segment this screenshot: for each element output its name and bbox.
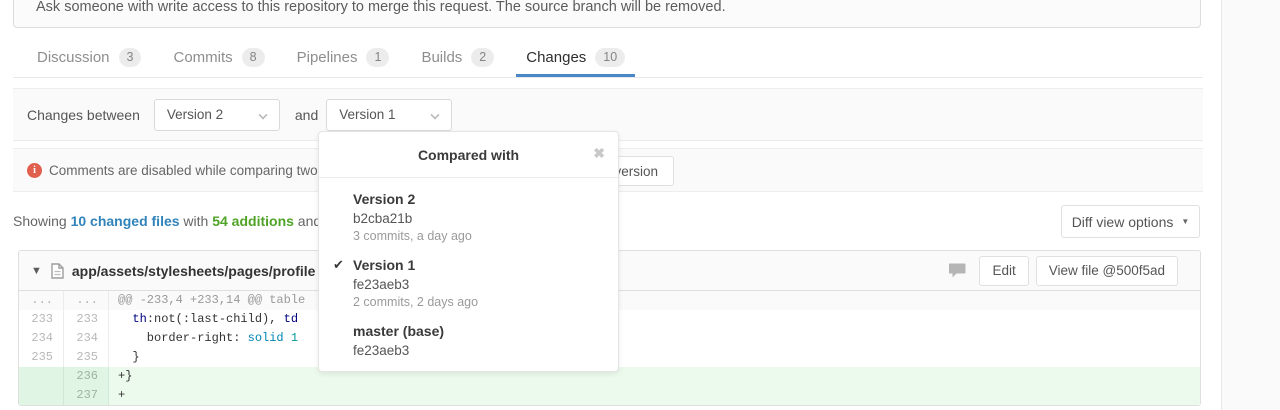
dropdown-item-sha: b2cba21b bbox=[353, 209, 606, 228]
old-line-number[interactable] bbox=[19, 386, 64, 405]
caret-down-icon: ▼ bbox=[1181, 217, 1189, 226]
merge-widget-alert-text: Ask someone with write access to this re… bbox=[36, 0, 726, 15]
tab-discussion[interactable]: Discussion 3 bbox=[27, 40, 151, 77]
code-segment: th bbox=[132, 312, 146, 326]
diff-line-code: } bbox=[109, 348, 1200, 367]
dropdown-item-meta: 3 commits, a day ago bbox=[353, 228, 606, 245]
code-segment: border-right: bbox=[118, 331, 248, 345]
tab-builds[interactable]: Builds 2 bbox=[411, 40, 504, 77]
diff-line-row: 237 + bbox=[19, 386, 1200, 405]
tab-count-badge: 3 bbox=[119, 48, 142, 67]
tab-count-badge: 2 bbox=[471, 48, 494, 67]
file-header-actions: Edit View file @500f5ad bbox=[949, 256, 1178, 286]
new-line-number[interactable]: 233 bbox=[64, 310, 109, 329]
check-icon: ✔ bbox=[333, 257, 344, 273]
diff-line-code: border-right: solid 1 bbox=[109, 329, 1200, 348]
chevron-down-icon bbox=[431, 110, 440, 119]
dropdown-item[interactable]: ✔ Version 1fe23aeb32 commits, 2 days ago bbox=[319, 256, 618, 322]
tab-count-badge: 8 bbox=[242, 48, 265, 67]
changed-files-link[interactable]: 10 changed files bbox=[71, 213, 180, 229]
file-document-icon bbox=[51, 263, 64, 279]
diff-view-options-label: Diff view options bbox=[1072, 214, 1174, 230]
edit-file-button[interactable]: Edit bbox=[979, 256, 1028, 286]
summary-showing: Showing bbox=[13, 213, 71, 229]
comment-bubble-icon[interactable] bbox=[949, 263, 966, 278]
diff-line-code: +} bbox=[109, 367, 1200, 386]
dropdown-item-title: Version 2 bbox=[353, 190, 606, 209]
diff-line-code: @@ -233,4 +233,14 @@ table bbox=[109, 291, 1200, 310]
dropdown-item[interactable]: master (base)fe23aeb3 bbox=[319, 322, 618, 371]
file-path: app/assets/stylesheets/pages/profile bbox=[72, 263, 316, 279]
collapse-file-caret-icon[interactable]: ▼ bbox=[31, 265, 42, 277]
compared-with-dropdown: Compared with ✖ Version 2b2cba21b3 commi… bbox=[318, 131, 619, 372]
tab-count-badge: 10 bbox=[595, 48, 625, 67]
view-file-button[interactable]: View file @500f5ad bbox=[1036, 256, 1178, 286]
merge-request-page: Ask someone with write access to this re… bbox=[0, 0, 1280, 410]
dropdown-item-title: Version 1 bbox=[353, 256, 606, 275]
code-segment: +} bbox=[118, 369, 132, 383]
diff-summary-text: Showing 10 changed files with 54 additio… bbox=[13, 213, 321, 229]
compare-and-label: and bbox=[295, 107, 318, 123]
code-segment: :not(:last-child), bbox=[147, 312, 284, 326]
new-line-number[interactable]: 234 bbox=[64, 329, 109, 348]
new-line-number[interactable]: 236 bbox=[64, 367, 109, 386]
old-line-number[interactable]: 234 bbox=[19, 329, 64, 348]
tab-commits[interactable]: Commits 8 bbox=[163, 40, 274, 77]
compare-label: Changes between bbox=[27, 107, 140, 123]
mr-tabs: Discussion 3 Commits 8 Pipelines 1 Builds 2 Chan… bbox=[13, 40, 1203, 78]
dropdown-title: Compared with bbox=[418, 147, 519, 163]
dropdown-item[interactable]: Version 2b2cba21b3 commits, a day ago bbox=[319, 190, 618, 256]
chevron-down-icon bbox=[258, 110, 267, 119]
diff-line-code: + bbox=[109, 386, 1200, 405]
info-circle-icon: i bbox=[27, 163, 42, 178]
tab-label: Changes bbox=[526, 49, 586, 66]
version-select-left[interactable]: Version 2 bbox=[154, 99, 280, 131]
code-segment: solid bbox=[248, 331, 284, 345]
new-line-number[interactable]: 237 bbox=[64, 386, 109, 405]
code-segment bbox=[284, 331, 291, 345]
old-line-number[interactable]: 233 bbox=[19, 310, 64, 329]
collapsed-right-sidebar bbox=[1221, 0, 1280, 410]
tab-count-badge: 1 bbox=[366, 48, 389, 67]
code-segment bbox=[118, 312, 132, 326]
tab-label: Builds bbox=[421, 49, 462, 66]
dropdown-header: Compared with ✖ bbox=[319, 132, 618, 178]
dropdown-item-list: Version 2b2cba21b3 commits, a day ago✔Ve… bbox=[319, 178, 618, 371]
dropdown-item-sha: fe23aeb3 bbox=[353, 341, 606, 360]
version-select-right[interactable]: Version 1 bbox=[326, 99, 452, 131]
old-line-number[interactable]: 235 bbox=[19, 348, 64, 367]
tab-label: Pipelines bbox=[297, 49, 358, 66]
summary-with: with bbox=[180, 213, 213, 229]
additions-count: 54 additions bbox=[212, 213, 294, 229]
dropdown-item-sha: fe23aeb3 bbox=[353, 275, 606, 294]
new-line-number[interactable]: ... bbox=[64, 291, 109, 310]
tab-label: Commits bbox=[173, 49, 232, 66]
old-line-number[interactable]: ... bbox=[19, 291, 64, 310]
diff-view-options-button[interactable]: Diff view options ▼ bbox=[1061, 205, 1200, 238]
version-select-right-value: Version 1 bbox=[339, 107, 395, 122]
new-line-number[interactable]: 235 bbox=[64, 348, 109, 367]
code-segment: @@ -233,4 +233,14 @@ table bbox=[118, 293, 305, 307]
code-segment: + bbox=[118, 388, 125, 402]
code-segment: 1 bbox=[291, 331, 298, 345]
tab-label: Discussion bbox=[37, 49, 110, 66]
code-segment: td bbox=[284, 312, 298, 326]
close-icon[interactable]: ✖ bbox=[593, 146, 605, 160]
dropdown-item-title: master (base) bbox=[353, 322, 606, 341]
code-segment: } bbox=[118, 350, 140, 364]
old-line-number[interactable] bbox=[19, 367, 64, 386]
dropdown-item-meta: 2 commits, 2 days ago bbox=[353, 294, 606, 311]
tab-changes[interactable]: Changes 10 bbox=[516, 40, 635, 77]
merge-widget-alert: Ask someone with write access to this re… bbox=[13, 0, 1201, 28]
version-select-left-value: Version 2 bbox=[167, 107, 223, 122]
diff-line-code: th:not(:last-child), td bbox=[109, 310, 1200, 329]
tab-pipelines[interactable]: Pipelines 1 bbox=[287, 40, 400, 77]
